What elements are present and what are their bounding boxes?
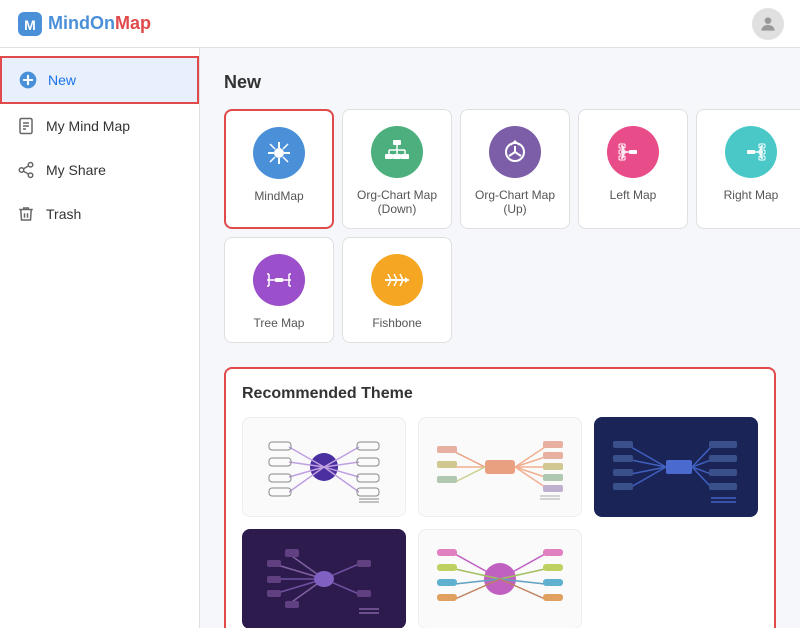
- fishbone-label: Fishbone: [372, 316, 421, 330]
- fishbone-icon: [381, 264, 413, 296]
- map-type-grid-row1: MindMap Org-C: [224, 109, 776, 229]
- tree-map-icon-circle: [253, 254, 305, 306]
- mindmap-label: MindMap: [254, 189, 303, 203]
- recommended-theme-title: Recommended Theme: [242, 385, 758, 403]
- sidebar-item-trash-label: Trash: [46, 206, 81, 222]
- new-section-title: New: [224, 72, 776, 93]
- left-map-icon-circle: [607, 126, 659, 178]
- org-chart-down-label: Org-Chart Map(Down): [357, 188, 437, 216]
- org-chart-up-label: Org-Chart Map (Up): [469, 188, 561, 216]
- plus-circle-icon: [18, 70, 38, 90]
- logo-text: MindOnMap: [48, 13, 151, 34]
- map-card-tree-map[interactable]: Tree Map: [224, 237, 334, 343]
- map-card-mindmap[interactable]: MindMap: [224, 109, 334, 229]
- map-card-org-chart-up[interactable]: Org-Chart Map (Up): [460, 109, 570, 229]
- sidebar-item-trash[interactable]: Trash: [0, 192, 199, 236]
- theme-2-preview: [435, 422, 565, 512]
- tree-map-label: Tree Map: [254, 316, 305, 330]
- logo-on: On: [90, 13, 115, 33]
- sidebar-item-new-label: New: [48, 72, 76, 88]
- tree-map-icon: [263, 264, 295, 296]
- theme-card-1[interactable]: [242, 417, 406, 517]
- map-card-left-map[interactable]: Left Map: [578, 109, 688, 229]
- map-card-fishbone[interactable]: Fishbone: [342, 237, 452, 343]
- logo-map: Map: [115, 13, 151, 33]
- map-card-org-chart-down[interactable]: Org-Chart Map(Down): [342, 109, 452, 229]
- theme-4-preview: [259, 534, 389, 624]
- right-map-label: Right Map: [724, 188, 779, 202]
- theme-grid: [242, 417, 758, 628]
- theme-5-preview: [435, 534, 565, 624]
- main-content: New MindM: [200, 48, 800, 628]
- org-chart-up-icon: [499, 136, 531, 168]
- theme-card-4[interactable]: [242, 529, 406, 628]
- sidebar-item-my-mind-map-label: My Mind Map: [46, 118, 130, 134]
- org-chart-up-icon-circle: [489, 126, 541, 178]
- sidebar: New My Mind Map: [0, 48, 200, 628]
- map-type-grid-row2: Tree Map Fishbone: [224, 237, 776, 343]
- org-chart-down-icon: [381, 136, 413, 168]
- mindmap-icon-circle: [253, 127, 305, 179]
- right-map-icon: [735, 136, 767, 168]
- theme-card-5[interactable]: [418, 529, 582, 628]
- theme-card-2[interactable]: [418, 417, 582, 517]
- user-icon: [758, 14, 778, 34]
- org-chart-down-icon-circle: [371, 126, 423, 178]
- sidebar-item-my-mind-map[interactable]: My Mind Map: [0, 104, 199, 148]
- sidebar-item-new[interactable]: New: [0, 56, 199, 104]
- mindmap-icon: [263, 137, 295, 169]
- theme-card-3[interactable]: [594, 417, 758, 517]
- recommended-theme-section: Recommended Theme: [224, 367, 776, 628]
- trash-icon: [16, 204, 36, 224]
- sidebar-item-my-share-label: My Share: [46, 162, 106, 178]
- share-icon: [16, 160, 36, 180]
- left-map-label: Left Map: [610, 188, 657, 202]
- user-avatar[interactable]: [752, 8, 784, 40]
- fishbone-icon-circle: [371, 254, 423, 306]
- theme-3-preview: [611, 422, 741, 512]
- logo: M MindOnMap: [16, 10, 151, 38]
- sidebar-item-my-share[interactable]: My Share: [0, 148, 199, 192]
- logo-mind: Mind: [48, 13, 90, 33]
- logo-icon: M: [16, 10, 44, 38]
- file-icon: [16, 116, 36, 136]
- left-map-icon: [617, 136, 649, 168]
- app-header: M MindOnMap: [0, 0, 800, 48]
- svg-text:M: M: [24, 17, 36, 33]
- main-layout: New My Mind Map: [0, 48, 800, 628]
- theme-1-preview: [259, 422, 389, 512]
- map-card-right-map[interactable]: Right Map: [696, 109, 800, 229]
- right-map-icon-circle: [725, 126, 777, 178]
